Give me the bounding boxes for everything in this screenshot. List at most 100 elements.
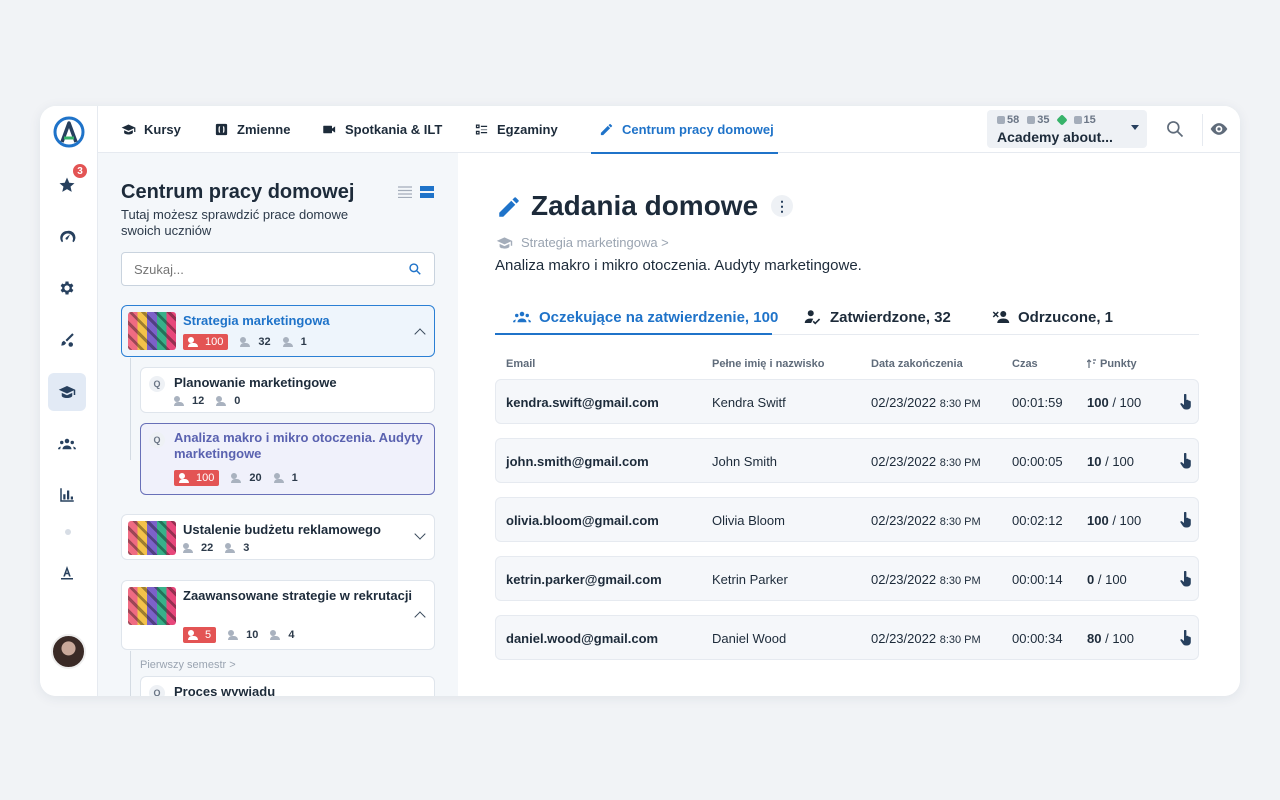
tab-label: Egzaminy bbox=[497, 122, 558, 137]
tab-centrum-pracy-domowej[interactable]: Centrum pracy domowej bbox=[591, 106, 778, 154]
rejected-stat: 1 bbox=[282, 336, 307, 348]
chevron-up-icon[interactable] bbox=[414, 328, 426, 340]
tab-pending[interactable]: Oczekujące na zatwierdzenie, 100 bbox=[513, 299, 778, 335]
quiz-icon: Q bbox=[149, 376, 165, 392]
rail-users[interactable] bbox=[48, 425, 86, 463]
rail-design[interactable] bbox=[48, 321, 86, 359]
hand-pointer-icon[interactable] bbox=[1180, 630, 1192, 646]
tab-rejected[interactable]: Odrzucone, 1 bbox=[992, 299, 1113, 335]
tab-zmienne[interactable]: Zmienne bbox=[214, 106, 290, 153]
column-header-points[interactable]: Punkty bbox=[1087, 358, 1137, 370]
cell-name: Daniel Wood bbox=[712, 631, 787, 646]
task-title: Analiza makro i mikro otoczenia. Audyty … bbox=[174, 430, 423, 461]
task-card-wywiad[interactable]: Q Proces wywiadu bbox=[140, 676, 435, 696]
course-card-budzet[interactable]: Ustalenie budżetu reklamowego 22 3 bbox=[121, 514, 435, 560]
user-x-icon bbox=[216, 396, 229, 406]
table-row[interactable]: john.smith@gmail.com John Smith 02/23/20… bbox=[495, 438, 1199, 483]
sidebar-title: Centrum pracy domowej bbox=[121, 181, 355, 203]
tab-spotkania[interactable]: Spotkania & ILT bbox=[322, 106, 442, 153]
quiz-icon: Q bbox=[149, 432, 165, 448]
course-card-rekrutacja[interactable]: Zaawansowane strategie w rekrutacji 5 10… bbox=[121, 580, 435, 650]
course-title: Strategia marketingowa bbox=[183, 313, 330, 328]
speedometer-icon bbox=[60, 230, 76, 243]
rejected-stat: 3 bbox=[225, 542, 249, 554]
tab-kursy[interactable]: Kursy bbox=[121, 106, 181, 153]
sort-icon bbox=[1087, 359, 1096, 368]
more-options-icon[interactable]: ⋮ bbox=[771, 195, 793, 217]
homework-stat: 15 bbox=[1073, 114, 1096, 126]
cell-date: 02/23/2022 8:30 PM bbox=[871, 513, 981, 528]
hand-pointer-icon[interactable] bbox=[1180, 394, 1192, 410]
user-check-icon bbox=[804, 310, 821, 325]
search-input[interactable] bbox=[121, 252, 435, 286]
search-icon[interactable] bbox=[1165, 119, 1185, 139]
app-logo[interactable] bbox=[53, 116, 85, 148]
task-stats: 100 20 1 bbox=[174, 470, 298, 486]
course-thumbnail bbox=[128, 521, 176, 555]
leaf-icon bbox=[1055, 114, 1068, 126]
hand-pointer-icon[interactable] bbox=[1180, 453, 1192, 469]
semester-breadcrumb[interactable]: Pierwszy semestr > bbox=[140, 659, 236, 671]
tab-approved[interactable]: Zatwierdzone, 32 bbox=[804, 299, 951, 335]
user-icon bbox=[997, 116, 1005, 124]
user-avatar[interactable] bbox=[51, 634, 86, 669]
hand-pointer-icon[interactable] bbox=[1180, 512, 1192, 528]
task-title: Planowanie marketingowe bbox=[174, 375, 337, 390]
search-icon[interactable] bbox=[408, 262, 422, 276]
rail-reports[interactable] bbox=[48, 476, 86, 514]
card-view-icon[interactable] bbox=[420, 186, 434, 198]
rejected-stat: 0 bbox=[216, 395, 240, 407]
pencil-icon bbox=[1073, 116, 1082, 124]
pencil-icon bbox=[600, 123, 613, 136]
rail-courses[interactable] bbox=[48, 373, 86, 411]
checklist-icon bbox=[475, 124, 488, 135]
chevron-up-icon[interactable] bbox=[414, 611, 426, 623]
tab-egzaminy[interactable]: Egzaminy bbox=[474, 106, 558, 153]
task-card-planowanie[interactable]: Q Planowanie marketingowe 12 0 bbox=[140, 367, 435, 413]
user-check-icon bbox=[240, 337, 253, 347]
hand-pointer-icon[interactable] bbox=[1180, 571, 1192, 587]
cell-time: 00:01:59 bbox=[1012, 395, 1063, 410]
course-title: Ustalenie budżetu reklamowego bbox=[183, 522, 381, 537]
academy-stats: 58 35 15 bbox=[997, 114, 1096, 126]
task-title: Proces wywiadu bbox=[174, 684, 276, 696]
table-row[interactable]: ketrin.parker@gmail.com Ketrin Parker 02… bbox=[495, 556, 1199, 601]
status-stat bbox=[1055, 114, 1068, 126]
column-header-date: Data zakończenia bbox=[871, 358, 963, 370]
user-x-icon bbox=[273, 473, 287, 483]
quiz-icon: Q bbox=[149, 685, 165, 696]
cell-date: 02/23/2022 8:30 PM bbox=[871, 454, 981, 469]
cell-email: daniel.wood@gmail.com bbox=[506, 631, 659, 646]
app-window: 3 Kursy Zmienne Spotkania & ILT Egzaminy… bbox=[40, 106, 1240, 696]
rail-settings[interactable] bbox=[48, 269, 86, 307]
pencil-icon bbox=[499, 197, 519, 217]
table-row[interactable]: daniel.wood@gmail.com Daniel Wood 02/23/… bbox=[495, 615, 1199, 660]
course-card-strategia[interactable]: Strategia marketingowa 100 32 1 bbox=[121, 305, 435, 357]
list-view-icon[interactable] bbox=[398, 186, 412, 198]
user-check-icon bbox=[174, 396, 187, 406]
task-card-analiza[interactable]: Q Analiza makro i mikro otoczenia. Audyt… bbox=[140, 423, 435, 495]
table-row[interactable]: kendra.swift@gmail.com Kendra Switf 02/2… bbox=[495, 379, 1199, 424]
table-row[interactable]: olivia.bloom@gmail.com Olivia Bloom 02/2… bbox=[495, 497, 1199, 542]
academy-letter-icon bbox=[61, 566, 73, 580]
users-icon bbox=[188, 630, 201, 640]
view-toggle bbox=[398, 186, 434, 198]
tab-label: Zatwierdzone, 32 bbox=[830, 308, 951, 326]
tab-label: Zmienne bbox=[237, 122, 291, 137]
eye-icon[interactable] bbox=[1209, 119, 1229, 139]
user-x-icon bbox=[282, 337, 296, 347]
rail-academy[interactable] bbox=[48, 553, 86, 591]
gear-icon bbox=[60, 281, 74, 295]
rail-dashboard[interactable] bbox=[48, 218, 86, 256]
course-thumbnail bbox=[128, 312, 176, 350]
tab-label: Oczekujące na zatwierdzenie, 100 bbox=[539, 308, 779, 326]
breadcrumb-link[interactable]: Strategia marketingowa > bbox=[521, 235, 669, 250]
chevron-down-icon[interactable] bbox=[414, 528, 426, 540]
tree-line bbox=[130, 358, 131, 460]
academy-selector[interactable]: 58 35 15 Academy about... bbox=[987, 110, 1147, 148]
tab-label: Odrzucone, 1 bbox=[1018, 308, 1114, 326]
approved-stat: 20 bbox=[231, 472, 262, 484]
course-title: Zaawansowane strategie w rekrutacji bbox=[183, 588, 413, 603]
cell-name: Olivia Bloom bbox=[712, 513, 785, 528]
graduation-cap-icon bbox=[58, 386, 76, 398]
